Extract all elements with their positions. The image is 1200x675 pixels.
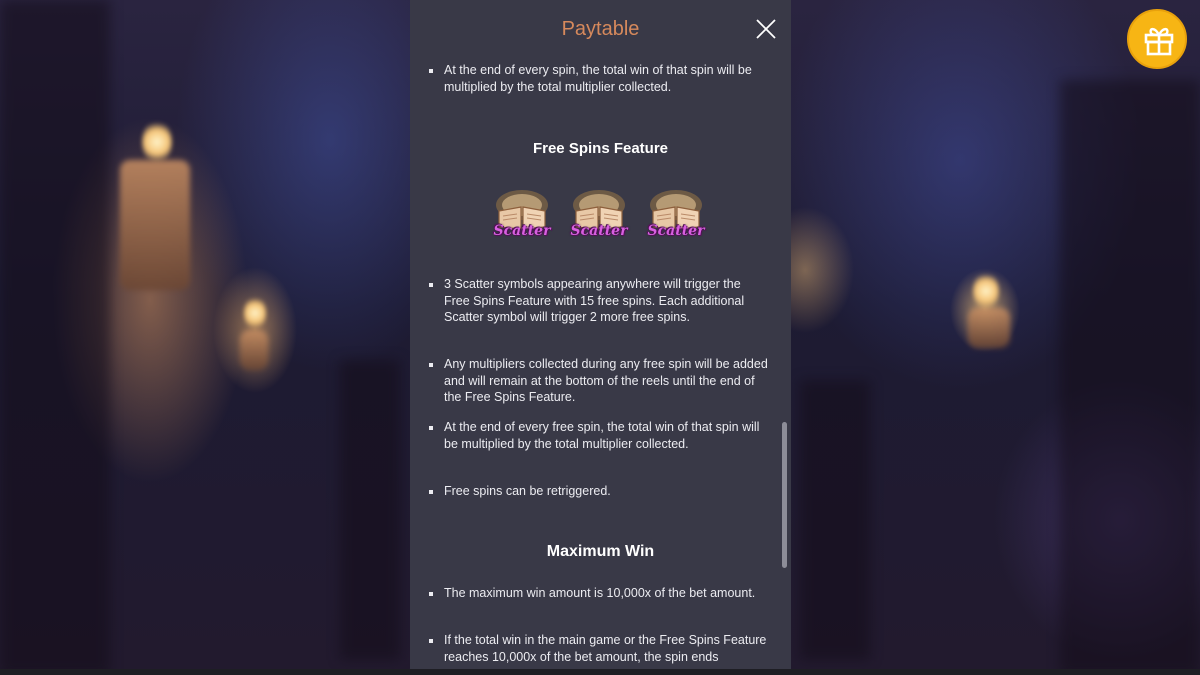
scatter-symbol: Scatter	[644, 183, 708, 245]
bullet-icon	[429, 69, 433, 73]
bullet-text: At the end of every free spin, the total…	[444, 420, 760, 451]
bullet-text: 3 Scatter symbols appearing anywhere wil…	[444, 277, 745, 324]
background-flame	[244, 296, 266, 330]
list-item: 3 Scatter symbols appearing anywhere wil…	[410, 276, 791, 326]
background-flame	[973, 272, 999, 310]
bullet-icon	[429, 283, 433, 287]
list-item: Free spins can be retriggered.	[410, 483, 791, 500]
section-title-maximum-win: Maximum Win	[546, 543, 655, 560]
background-candle	[120, 160, 190, 290]
list-item: At the end of every free spin, the total…	[410, 419, 791, 452]
panel-title: Paytable	[561, 18, 640, 40]
list-item: The maximum win amount is 10,000x of the…	[410, 585, 791, 602]
list-item: Any multipliers collected during any fre…	[410, 356, 791, 406]
background-bottle	[800, 380, 870, 660]
scatter-symbol: Scatter	[490, 183, 554, 245]
bullet-icon	[429, 363, 433, 367]
bullet-icon	[429, 592, 433, 596]
paytable-panel: Paytable At the end of every spin, the t…	[410, 0, 791, 675]
section-title-free-spins: Free Spins Feature	[532, 140, 669, 157]
scatter-symbols: Scatter Scatter Scatter	[490, 183, 708, 245]
list-item: At the end of every spin, the total win …	[410, 62, 791, 95]
bottom-edge	[0, 669, 1200, 675]
gift-icon	[1144, 27, 1174, 56]
background-shadow-left	[0, 0, 110, 675]
scatter-label: Scatter	[647, 223, 705, 239]
close-button[interactable]	[754, 17, 778, 41]
gift-button[interactable]	[1127, 9, 1187, 69]
scatter-label: Scatter	[493, 223, 551, 239]
scatter-label: Scatter	[570, 223, 628, 239]
background-shadow-right	[1060, 80, 1200, 675]
bullet-icon	[429, 639, 433, 643]
background-flame	[142, 120, 172, 164]
bullet-text: Any multipliers collected during any fre…	[444, 357, 768, 404]
list-item: If the total win in the main game or the…	[410, 632, 791, 665]
bullet-icon	[429, 426, 433, 430]
bullet-text: Free spins can be retriggered.	[444, 484, 611, 498]
bullet-text: If the total win in the main game or the…	[444, 633, 767, 664]
scrollbar-track[interactable]	[782, 60, 787, 675]
scatter-symbol: Scatter	[567, 183, 631, 245]
background-bottle	[340, 360, 400, 660]
scrollbar-thumb[interactable]	[782, 422, 787, 568]
bullet-icon	[429, 490, 433, 494]
bullet-text: The maximum win amount is 10,000x of the…	[444, 586, 756, 600]
background-candle	[968, 308, 1010, 348]
bullet-text: At the end of every spin, the total win …	[444, 63, 752, 94]
background-candle	[240, 330, 268, 370]
close-icon	[756, 19, 776, 39]
